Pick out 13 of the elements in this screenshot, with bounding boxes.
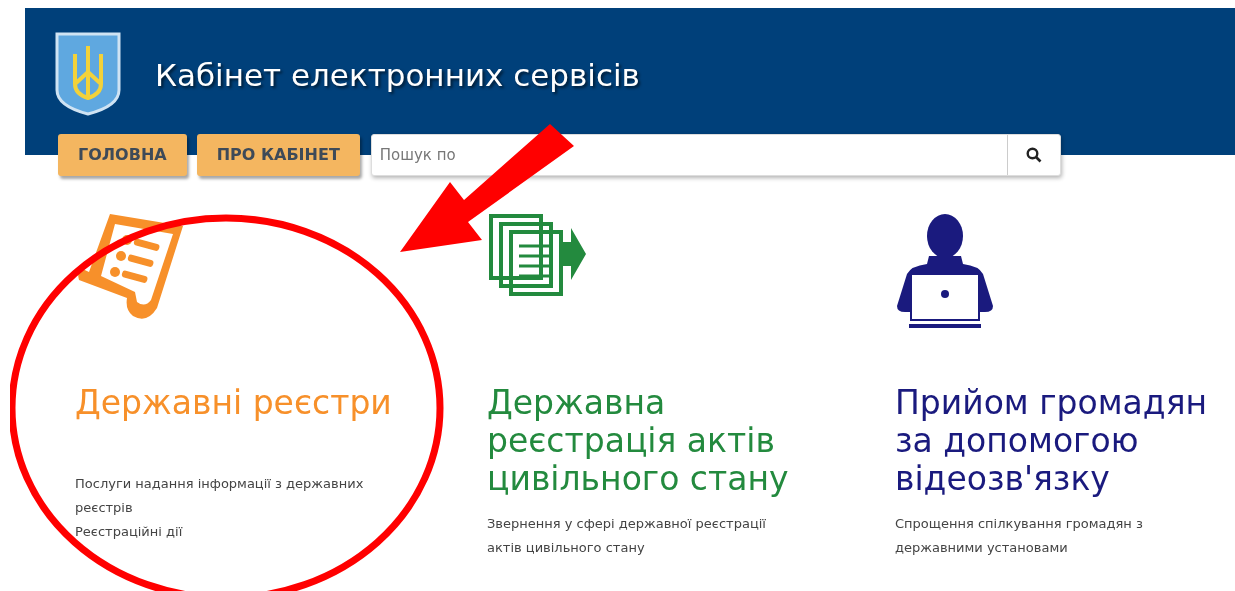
service-description: Послуги надання інформації з державних реєстрів — [75, 475, 365, 517]
service-description: Звернення у сфері державної реєстрації актів цивільного стану — [487, 515, 767, 557]
person-laptop-icon — [895, 212, 995, 328]
site-title: Кабінет електронних сервісів — [155, 56, 640, 95]
service-description: Реєстраційні дії — [75, 523, 184, 541]
coat-of-arms-icon — [55, 32, 121, 116]
service-title[interactable]: Державна реєстрація актів цивільного стану — [487, 384, 817, 498]
documents-arrow-icon — [487, 212, 587, 296]
nav-button[interactable]: ГОЛОВНА — [58, 134, 187, 176]
search-icon — [1025, 147, 1042, 163]
service-description: Спрощення спілкування громадян з державними установами — [895, 515, 1144, 557]
service-title[interactable]: Прийом громадян за допомогою відеозв'язку — [895, 384, 1225, 498]
nav-button[interactable]: ПРО КАБІНЕТ — [196, 134, 360, 176]
